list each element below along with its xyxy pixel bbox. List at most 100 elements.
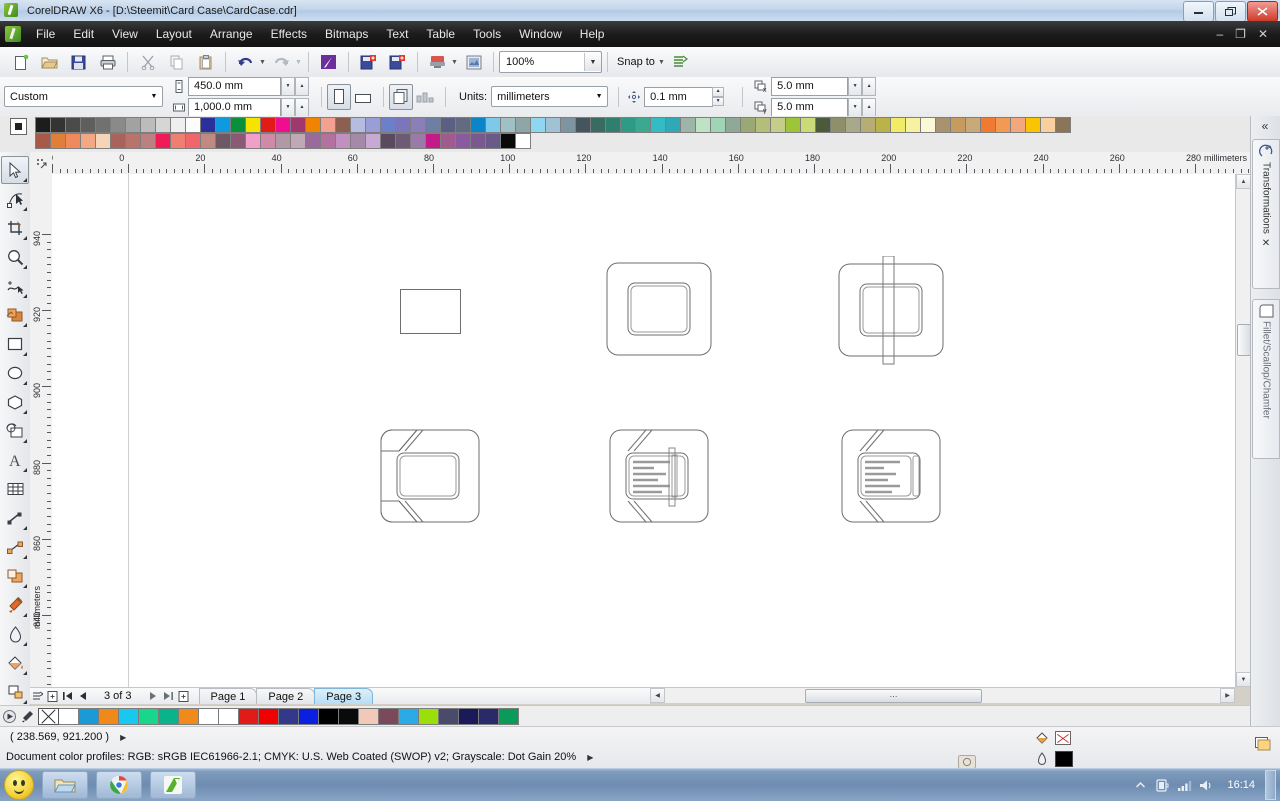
color-swatch[interactable] [140, 117, 156, 133]
copy-icon[interactable] [163, 49, 190, 75]
color-swatch[interactable] [335, 133, 351, 149]
color-swatch[interactable] [800, 117, 816, 133]
snap-to-dropdown-icon[interactable]: ▼ [657, 59, 666, 66]
undo-dropdown-icon[interactable]: ▼ [258, 59, 267, 66]
snap-to-button[interactable]: Snap to [613, 56, 659, 68]
spin-up-icon[interactable]: ▲ [295, 76, 309, 96]
color-swatch[interactable] [575, 117, 591, 133]
color-swatch[interactable] [350, 117, 366, 133]
power-icon[interactable] [1151, 774, 1173, 796]
fill-none-swatch[interactable] [1055, 731, 1071, 745]
color-swatch[interactable] [500, 133, 516, 149]
color-swatch[interactable] [530, 117, 546, 133]
spin-down-icon[interactable]: ▼ [281, 97, 295, 117]
current-page-button[interactable] [413, 84, 437, 110]
color-swatch[interactable] [218, 708, 239, 725]
color-swatch[interactable] [605, 117, 621, 133]
spin-up-icon[interactable]: ▲ [712, 87, 725, 97]
card-case-wrap-lined[interactable] [838, 429, 948, 525]
card-case-wrap-blank[interactable] [377, 429, 487, 525]
taskbar-clock[interactable]: 16:14 [1217, 779, 1265, 791]
import-icon[interactable] [355, 49, 382, 75]
color-swatch[interactable] [58, 708, 79, 725]
page-height-control[interactable]: 1,000.0 mm ▼ ▲ [173, 97, 309, 117]
color-swatch[interactable] [515, 117, 531, 133]
zoom-level-combo[interactable]: 100% ▼ [499, 51, 602, 73]
color-swatch[interactable] [470, 133, 486, 149]
minimize-button[interactable] [1183, 1, 1214, 22]
eyedropper-icon[interactable] [18, 708, 36, 726]
scroll-up-icon[interactable]: ▲ [1236, 174, 1251, 189]
color-swatch[interactable] [185, 133, 201, 149]
color-swatch[interactable] [418, 708, 439, 725]
add-page-before-button[interactable] [45, 689, 60, 703]
menu-help[interactable]: Help [571, 24, 614, 44]
rounded-card-case-with-guide[interactable] [838, 256, 952, 366]
docker-tab-fillet-scallop-chamfer[interactable]: Fillet/Scallop/Chamfer [1252, 299, 1280, 459]
scroll-left-icon[interactable]: ◀ [650, 688, 665, 703]
chevron-down-icon[interactable]: ▼ [146, 88, 162, 105]
color-swatch[interactable] [290, 117, 306, 133]
export-icon[interactable] [384, 49, 411, 75]
color-swatch[interactable] [770, 117, 786, 133]
save-icon[interactable] [65, 49, 92, 75]
color-swatch[interactable] [125, 133, 141, 149]
all-pages-button[interactable] [389, 83, 413, 110]
landscape-orientation-button[interactable] [351, 84, 375, 110]
color-swatch[interactable] [140, 133, 156, 149]
palette-scroll-icon[interactable] [0, 708, 18, 726]
drawing-canvas[interactable] [52, 174, 1235, 688]
nudge-value[interactable]: 0.1 mm [644, 86, 714, 107]
previous-page-button[interactable] [75, 689, 90, 703]
color-swatch[interactable] [365, 117, 381, 133]
chevron-down-icon[interactable]: ▼ [584, 53, 601, 71]
page-width-spinner[interactable]: ▼ ▲ [281, 76, 309, 96]
menu-table[interactable]: Table [417, 24, 464, 44]
open-icon[interactable] [36, 49, 63, 75]
ruler-origin-control[interactable] [30, 152, 53, 175]
color-swatch[interactable] [338, 708, 359, 725]
menu-text[interactable]: Text [377, 24, 417, 44]
color-swatch[interactable] [335, 117, 351, 133]
taskbar-chrome[interactable] [96, 771, 142, 799]
color-swatch[interactable] [680, 117, 696, 133]
color-swatch[interactable] [98, 708, 119, 725]
color-swatch[interactable] [305, 117, 321, 133]
color-swatch[interactable] [425, 117, 441, 133]
spin-down-icon[interactable]: ▼ [281, 76, 295, 96]
color-swatch[interactable] [650, 117, 666, 133]
color-swatch[interactable] [305, 133, 321, 149]
color-swatch[interactable] [785, 117, 801, 133]
color-swatch[interactable] [950, 117, 966, 133]
shape-tool[interactable] [1, 185, 29, 213]
units-combo[interactable]: millimeters ▼ [491, 86, 609, 107]
pick-tool[interactable] [1, 156, 29, 184]
network-signal-icon[interactable] [1173, 774, 1195, 796]
vertical-scroll-thumb[interactable] [1237, 324, 1251, 356]
color-swatch[interactable] [440, 133, 456, 149]
color-swatch[interactable] [410, 117, 426, 133]
outline-tool[interactable] [1, 620, 29, 648]
color-swatch[interactable] [320, 117, 336, 133]
color-swatch[interactable] [245, 133, 261, 149]
color-swatch[interactable] [258, 708, 279, 725]
color-swatch[interactable] [980, 117, 996, 133]
menu-layout[interactable]: Layout [147, 24, 201, 44]
horizontal-scroll-thumb[interactable]: ⋯ [805, 689, 982, 703]
color-swatch[interactable] [485, 133, 501, 149]
color-swatch[interactable] [815, 117, 831, 133]
color-swatch[interactable] [455, 133, 471, 149]
color-swatch[interactable] [358, 708, 379, 725]
spin-down-icon[interactable]: ▼ [848, 97, 863, 117]
color-swatch[interactable] [635, 117, 651, 133]
menu-edit[interactable]: Edit [64, 24, 103, 44]
color-swatch[interactable] [620, 117, 636, 133]
horizontal-scrollbar[interactable]: ◀ ⋯ ▶ [650, 687, 1235, 703]
text-tool[interactable]: A [1, 446, 29, 474]
connector-tool[interactable] [1, 533, 29, 561]
color-swatch[interactable] [395, 133, 411, 149]
color-swatch[interactable] [78, 708, 99, 725]
page-height-value[interactable]: 1,000.0 mm [188, 97, 281, 117]
color-swatch[interactable] [378, 708, 399, 725]
scroll-right-icon[interactable]: ▶ [1220, 688, 1235, 703]
